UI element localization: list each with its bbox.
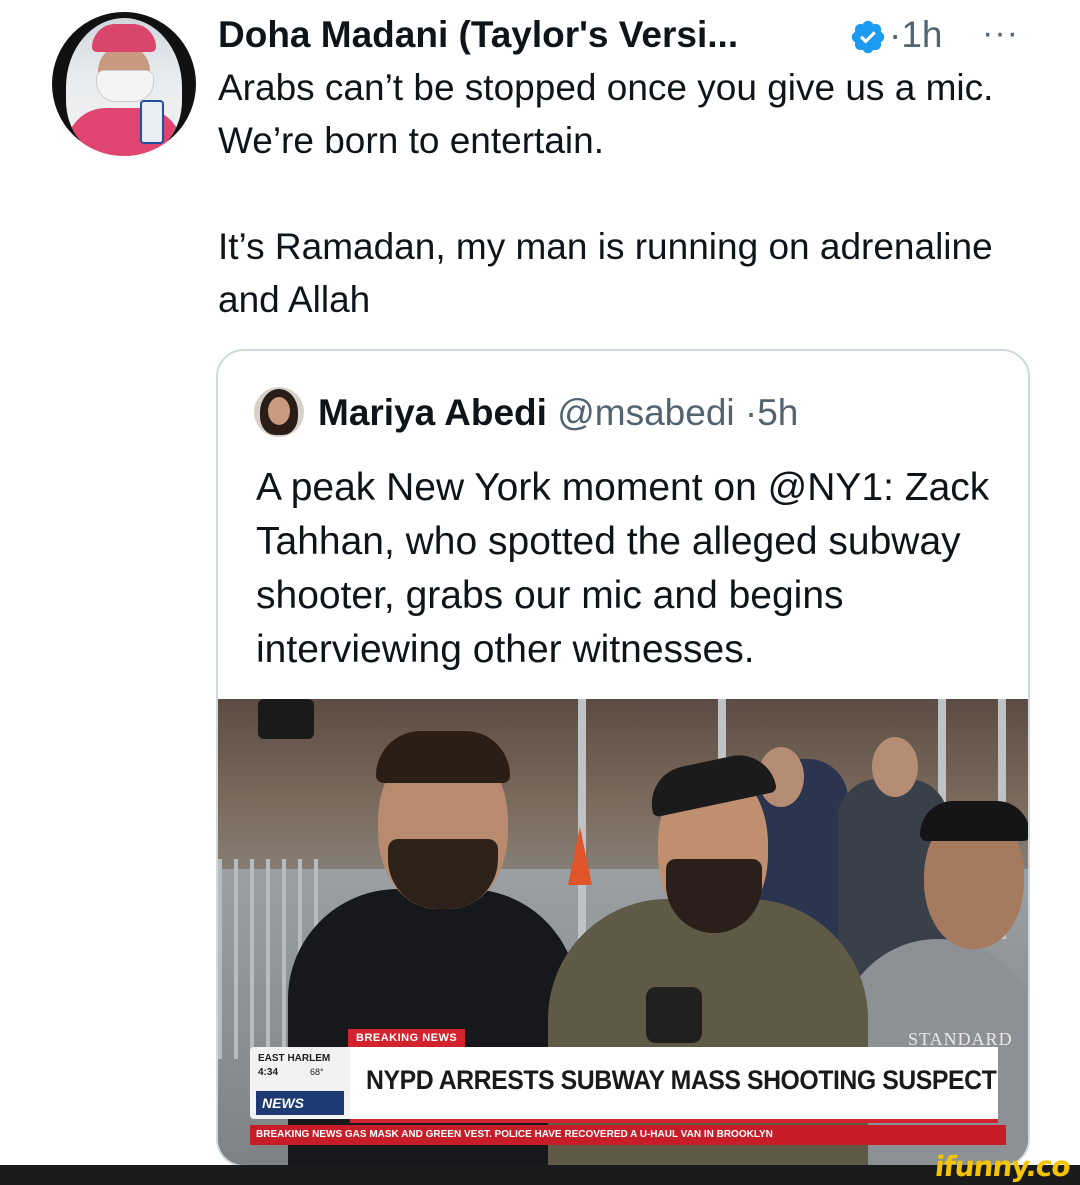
quoted-tweet-video[interactable]: STANDARD BREAKING NEWS EAST HARLEM 4:34 … (218, 699, 1028, 1165)
news-ticker: BREAKING NEWS GAS MASK AND GREEN VEST. P… (250, 1125, 1006, 1145)
breaking-news-tag: BREAKING NEWS (348, 1029, 466, 1047)
traffic-cone (568, 827, 592, 885)
man-left-hair (376, 731, 510, 783)
author-avatar[interactable] (52, 12, 196, 156)
avatar-shirt (66, 108, 182, 156)
quoted-tweet-text: A peak New York moment on @NY1: Zack Tah… (256, 466, 990, 671)
quoted-tweet-timestamp: ·5h (745, 392, 798, 433)
chyron-banner: NYPD ARRESTS SUBWAY MASS SHOOTING SUSPEC… (350, 1047, 998, 1123)
man-right-hair (920, 801, 1028, 841)
tweet-text: Arabs can’t be stopped once you give us … (218, 61, 1048, 326)
chyron-clock: 4:34 (258, 1067, 279, 1078)
quoted-time-separator: · (744, 392, 758, 433)
tweet-timestamp[interactable]: ·1h (889, 12, 942, 58)
officer-head (872, 737, 918, 797)
avatar-photo (66, 18, 182, 156)
microphone-icon (646, 987, 702, 1043)
news-camera (258, 699, 314, 739)
quoted-author-handle: @msabedi (557, 392, 735, 433)
chyron-temperature: 68° (310, 1067, 324, 1077)
chyron-location: EAST HARLEM (258, 1053, 331, 1064)
quoted-author-name: Mariya Abedi (318, 392, 547, 433)
quoted-avatar-face (268, 397, 290, 425)
quoted-tweet-header: Mariya Abedi @msabedi ·5h (318, 389, 798, 437)
tweet-header: Doha Madani (Taylor's Versi... ·1h ··· (218, 10, 1048, 60)
man-left-body (288, 889, 578, 1165)
ny1-news-logo: NEWS (256, 1091, 344, 1115)
quoted-time-value: 5h (757, 392, 799, 433)
watermark-bar (0, 1165, 1080, 1185)
tweet-paragraph-2: It’s Ramadan, my man is running on adren… (218, 226, 993, 320)
scaffold-pole (578, 699, 586, 939)
chyron-headline: NYPD ARRESTS SUBWAY MASS SHOOTING SUSPEC… (366, 1065, 997, 1095)
time-separator: · (889, 14, 902, 55)
ifunny-watermark-logo: ifunny.co (933, 1150, 1072, 1183)
tweet-screen: Doha Madani (Taylor's Versi... ·1h ··· A… (0, 0, 1080, 1185)
author-name[interactable]: Doha Madani (Taylor's Versi... (218, 12, 738, 58)
time-value: 1h (901, 14, 943, 55)
quoted-tweet-card[interactable]: Mariya Abedi @msabedi ·5h A peak New Yor… (216, 349, 1030, 1167)
verified-badge-icon (851, 20, 885, 54)
avatar-mask (96, 70, 154, 102)
more-options-icon[interactable]: ··· (982, 10, 1019, 56)
avatar-can (140, 100, 164, 144)
tweet-paragraph-1: Arabs can’t be stopped once you give us … (218, 67, 994, 161)
avatar-cap (92, 24, 156, 52)
quoted-author-avatar (254, 387, 304, 437)
